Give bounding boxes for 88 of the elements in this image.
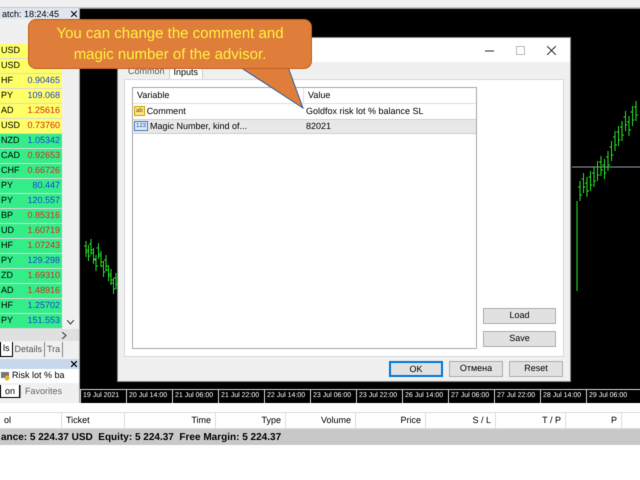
price-cell-text: 1.69310 — [26, 269, 61, 282]
quote-row[interactable]: ZD 1.69310 — [0, 269, 62, 284]
symbol-cell-text: CAD — [0, 149, 19, 162]
quote-row[interactable]: PY 120.557 — [0, 194, 62, 209]
quote-row[interactable]: BP 0.85316 — [0, 209, 62, 224]
quote-row[interactable]: PY 129.298 — [0, 254, 62, 269]
quote-row[interactable]: AD 1.25616 — [0, 104, 62, 119]
column-header[interactable]: Ticket — [62, 413, 125, 428]
price-cell-text: 109.068 — [26, 89, 61, 102]
dialog-button[interactable]: OK — [389, 360, 443, 377]
symbol-cell-text: PY — [0, 314, 14, 328]
symbol-cell-text: UD — [0, 224, 15, 238]
variable-value[interactable]: Goldfox risk lot % balance SL — [304, 104, 424, 118]
price-cell-text: 151.553 — [26, 314, 61, 328]
quote-row[interactable]: AD 1.48916 — [0, 284, 62, 299]
quote-row[interactable]: HF 1.25702 — [0, 299, 62, 314]
quote-row[interactable]: USD 0.73760 — [0, 119, 62, 134]
variable-value[interactable]: 82021 — [304, 120, 332, 134]
price-cell-text: 129.298 — [26, 254, 61, 268]
side-button[interactable]: Save — [483, 330, 556, 347]
quote-row[interactable]: PY 109.068 — [0, 89, 62, 104]
symbol-cell-text: PY — [0, 254, 14, 268]
symbol-cell-text: HF — [0, 299, 14, 312]
price-cell-text: 80.447 — [31, 179, 61, 192]
close-icon[interactable] — [71, 10, 77, 16]
price-cell-text: 0.90465 — [26, 74, 61, 88]
price-cell-text: 0.73760 — [26, 119, 61, 132]
price-cell-text: 1.25702 — [26, 299, 61, 312]
quote-row[interactable]: PY 80.447 — [0, 179, 62, 194]
quote-row[interactable]: HF 1.07243 — [0, 239, 62, 254]
symbol-cell-text: CHF — [0, 164, 19, 178]
symbol-cell-text: PY — [0, 89, 14, 102]
side-button[interactable]: Load — [483, 308, 556, 324]
price-cell-text: 1.60719 — [26, 224, 61, 238]
market-watch-title: atch: 18:24:45 — [2, 8, 60, 18]
account-summary: ance: 5 224.37 USD Equity: 5 224.37 Free Margin: 5 224.37 — [1, 430, 282, 444]
close-icon[interactable] — [71, 361, 77, 367]
variable-name: Magic Number, kind of... — [150, 120, 248, 133]
close-icon[interactable] — [547, 46, 556, 55]
dialog-button[interactable]: Reset — [509, 360, 563, 377]
quote-row[interactable]: PY 151.553 — [0, 314, 62, 329]
column-header[interactable]: Value — [304, 88, 476, 103]
column-header[interactable]: Type — [216, 413, 286, 428]
symbol-cell-text: PY — [0, 194, 14, 208]
panel-tab[interactable]: Tra — [45, 342, 64, 357]
price-cell-text: 1.07243 — [26, 239, 61, 252]
symbol-cell-text: HF — [0, 74, 14, 88]
panel-tab[interactable]: Details — [12, 342, 46, 357]
variable-name: Comment — [146, 104, 186, 118]
column-header[interactable]: P — [566, 413, 622, 428]
price-cell-text: 0.92653 — [26, 149, 61, 162]
symbol-cell-text: NZD — [0, 134, 19, 148]
column-header[interactable]: Price — [356, 413, 426, 428]
price-cell-text: 0.85316 — [26, 209, 61, 222]
candles-drawing — [84, 238, 118, 294]
symbol-cell-text: PY — [0, 179, 14, 192]
symbol-cell-text: USD — [0, 44, 19, 58]
column-header[interactable]: ol — [0, 413, 62, 428]
symbol-cell-text: ZD — [0, 269, 14, 282]
column-header[interactable]: Time — [125, 413, 216, 428]
navigator-tab[interactable]: on — [0, 385, 20, 398]
price-cell-text: 0.66726 — [26, 164, 61, 178]
panel-tab[interactable]: ls — [0, 342, 12, 357]
column-header[interactable]: T / P — [496, 413, 566, 428]
price-cell-text: 1.48916 — [26, 284, 61, 298]
quote-row[interactable]: HF 0.90465 — [0, 74, 62, 89]
quote-row[interactable]: CHF 0.66726 — [0, 164, 62, 179]
column-header[interactable]: S / L — [426, 413, 496, 428]
symbol-cell-text: USD — [0, 119, 19, 132]
chevron-down-icon[interactable] — [67, 320, 74, 325]
symbol-cell-text: USD — [0, 59, 19, 72]
symbol-cell-text: AD — [0, 284, 15, 298]
symbol-cell-text: AD — [0, 104, 15, 118]
symbol-cell-text: HF — [0, 239, 14, 252]
horizontal-scrollbar[interactable] — [0, 329, 79, 341]
callout-pointer-tooltip — [240, 67, 304, 109]
price-line — [572, 166, 640, 168]
price-cell-text: 120.557 — [26, 194, 61, 208]
price-cell-text: 1.25616 — [26, 104, 61, 118]
robot-icon — [0, 371, 10, 381]
column-header[interactable]: Volume — [286, 413, 356, 428]
dialog-button[interactable]: Отмена — [449, 360, 503, 377]
price-cell-text: 1.05342 — [26, 134, 61, 148]
chevron-right-icon[interactable] — [62, 332, 67, 338]
quote-row[interactable]: NZD 1.05342 — [0, 134, 62, 149]
symbol-cell-text: BP — [0, 209, 14, 222]
quote-row[interactable]: UD 1.60719 — [0, 224, 62, 239]
quote-row[interactable]: CAD 0.92653 — [0, 149, 62, 164]
